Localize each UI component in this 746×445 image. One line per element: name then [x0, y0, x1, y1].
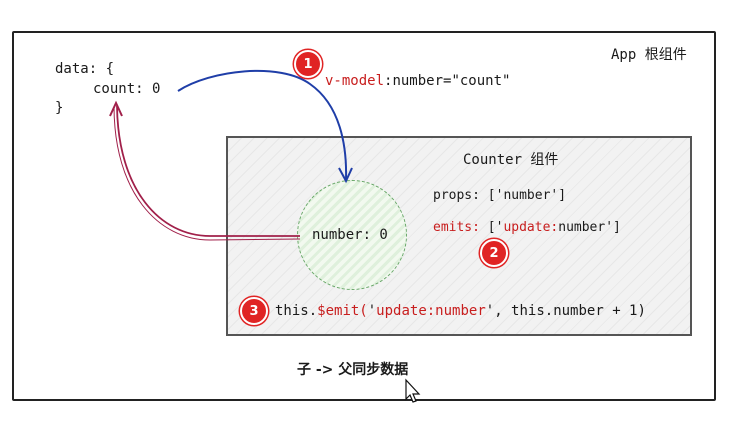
- child-to-parent-arrowhead: [109, 100, 123, 117]
- step-1-badge: 1: [294, 50, 322, 78]
- child-to-parent-arrow-second-stroke: [113, 105, 301, 241]
- diagram-caption: 子 -> 父同步数据: [297, 362, 409, 378]
- mouse-cursor-icon: [405, 378, 421, 403]
- step-2-badge: 2: [480, 239, 508, 267]
- step-3-badge: 3: [240, 297, 268, 325]
- parent-to-child-arrow: [177, 69, 348, 181]
- child-to-parent-arrow: [116, 105, 300, 237]
